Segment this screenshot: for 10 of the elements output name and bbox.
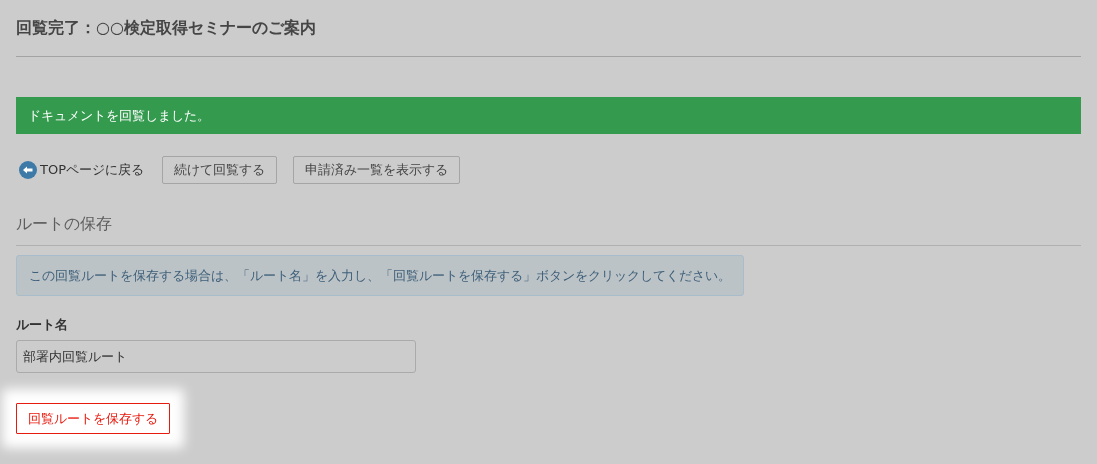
- top-page-link[interactable]: TOPページに戻る: [19, 160, 144, 180]
- info-message: この回覧ルートを保存する場合は、「ルート名」を入力し、「回覧ルートを保存する」ボタンをクリックしてください。: [16, 255, 744, 296]
- section-heading: ルートの保存: [16, 212, 1081, 246]
- action-button[interactable]: 申請済み一覧を表示する: [293, 156, 460, 184]
- save-route-button[interactable]: 回覧ルートを保存する: [16, 403, 170, 434]
- route-name-field[interactable]: 部署内回覧ルート: [16, 340, 416, 373]
- action-button[interactable]: 続けて回覧する: [162, 156, 277, 184]
- field-label: ルート名: [16, 316, 68, 334]
- success-alert: ドキュメントを回覧しました。: [16, 97, 1081, 134]
- page-title: 回覧完了：○○検定取得セミナーのご案内: [16, 17, 317, 39]
